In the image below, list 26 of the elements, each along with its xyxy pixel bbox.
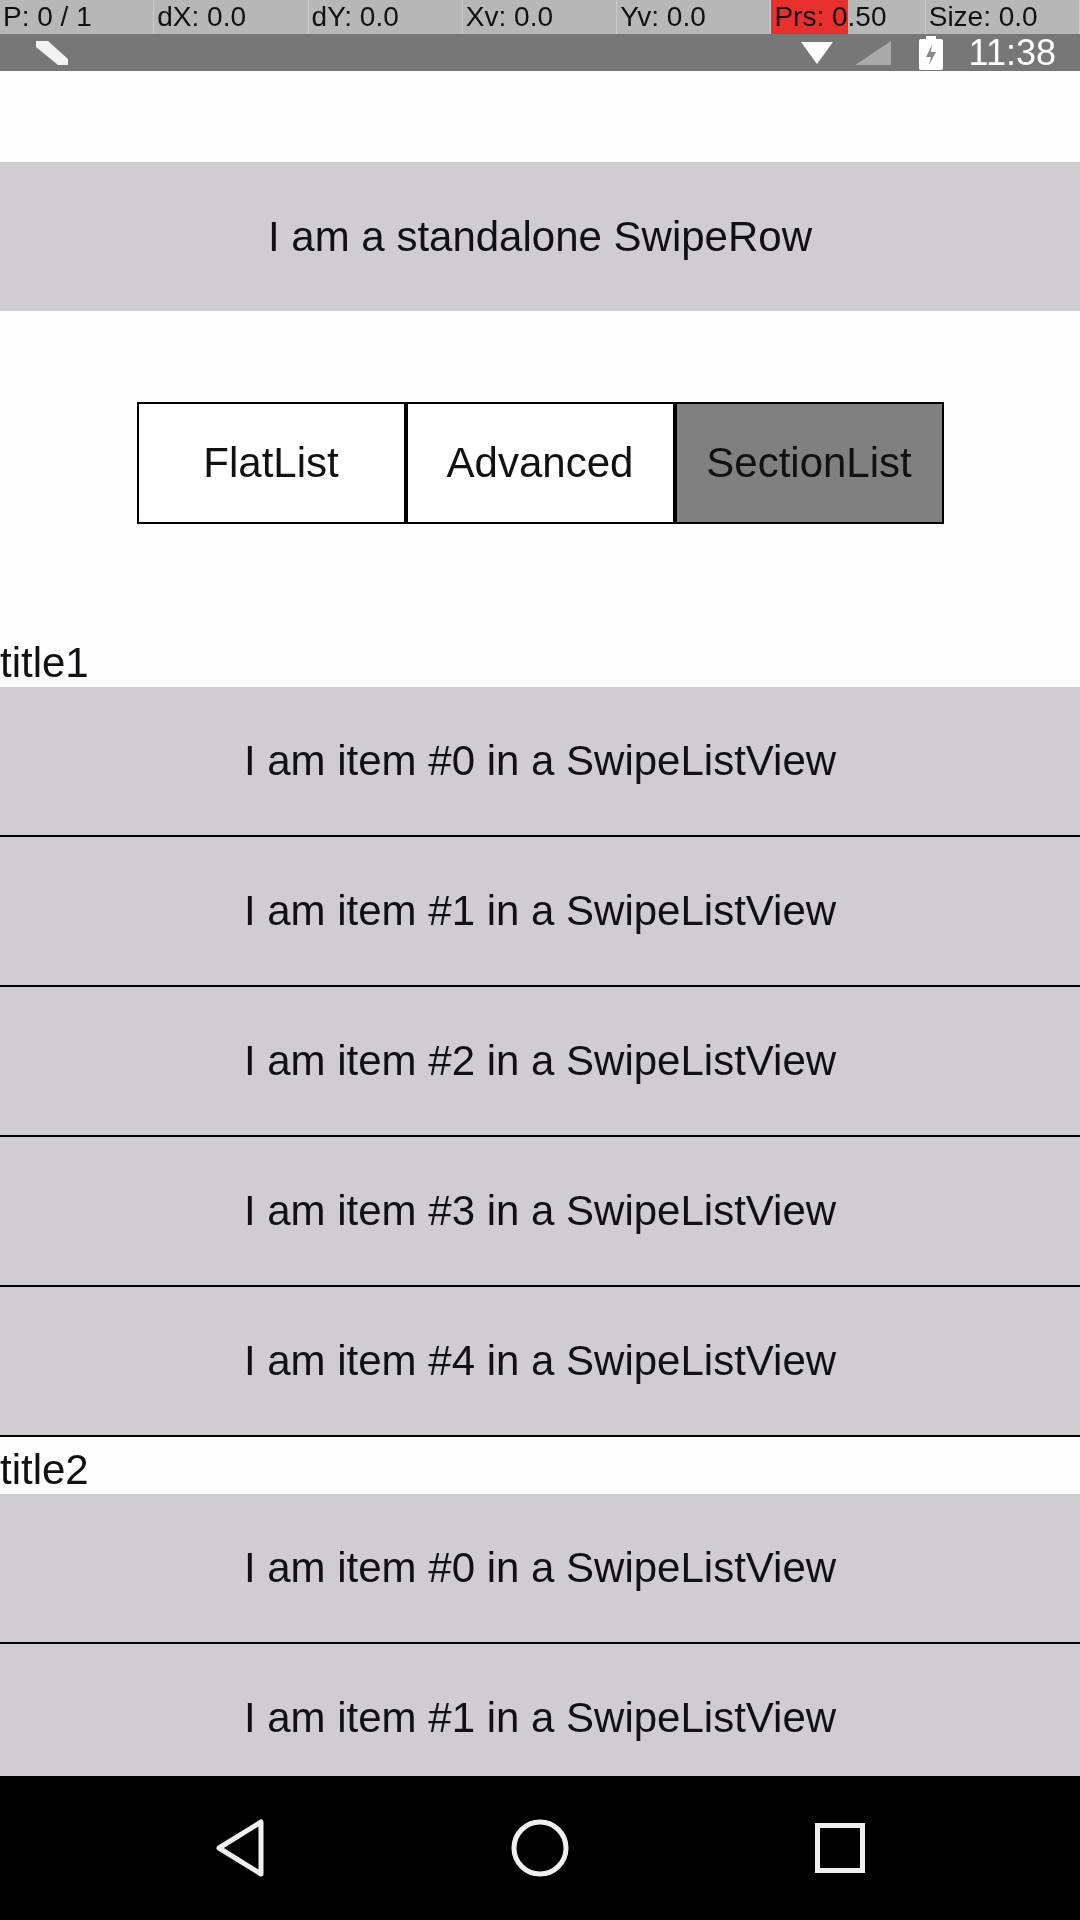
status-time: 11:38: [968, 34, 1056, 71]
swipe-row[interactable]: I am a standalone SwipeRow: [0, 162, 1080, 311]
tab[interactable]: SectionList: [674, 402, 944, 524]
pointer-readout: P: 0 / 1: [2, 0, 92, 34]
list-item[interactable]: I am item #0 in a SwipeListView: [0, 687, 1080, 837]
list-item[interactable]: I am item #1 in a SwipeListView: [0, 1644, 1080, 1776]
tab[interactable]: Advanced: [405, 402, 675, 524]
back-icon[interactable]: [216, 1819, 264, 1877]
notification-icon: [34, 40, 68, 65]
list-item[interactable]: I am item #2 in a SwipeListView: [0, 987, 1080, 1137]
pointer-readout: Size: 0.0: [927, 0, 1038, 34]
tab[interactable]: FlatList: [136, 402, 406, 524]
pointer-readout: Xv: 0.0: [464, 0, 553, 34]
home-icon[interactable]: [511, 1819, 569, 1877]
section-header: title1: [0, 639, 89, 687]
list-item[interactable]: I am item #3 in a SwipeListView: [0, 1137, 1080, 1287]
pointer-readout: dY: 0.0: [310, 0, 399, 34]
pointer-readout: Yv: 0.0: [619, 0, 706, 34]
list-item[interactable]: I am item #0 in a SwipeListView: [0, 1494, 1080, 1644]
pointer-readout: dX: 0.0: [156, 0, 246, 34]
signal-icon: [854, 40, 891, 65]
recents-icon[interactable]: [815, 1823, 865, 1873]
list-item[interactable]: I am item #1 in a SwipeListView: [0, 837, 1080, 987]
list-item[interactable]: I am item #4 in a SwipeListView: [0, 1287, 1080, 1437]
section-header: title2: [0, 1446, 89, 1494]
wifi-icon: [800, 41, 833, 64]
